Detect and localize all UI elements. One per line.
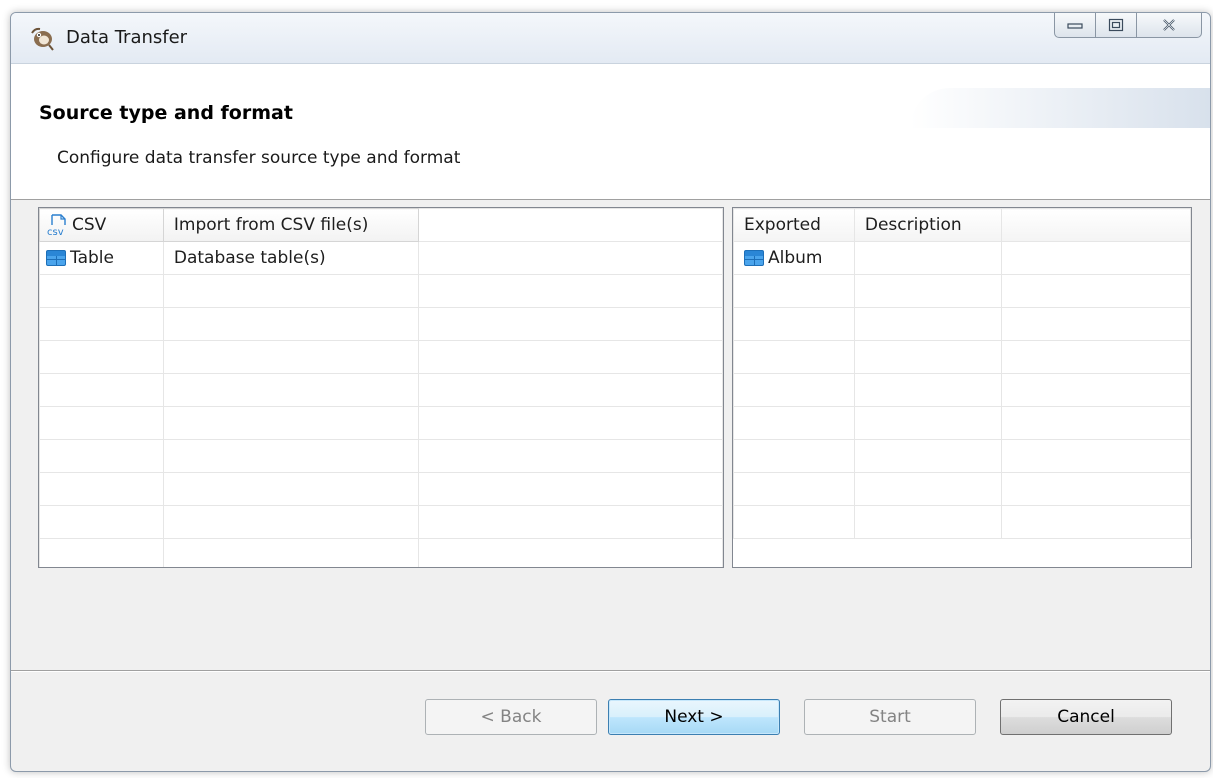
- source-type-cell[interactable]: csv CSV: [39, 208, 164, 242]
- empty-row: [733, 373, 1191, 407]
- empty-row: [39, 472, 723, 506]
- exported-description-cell[interactable]: [853, 241, 1002, 275]
- header-banner: [910, 88, 1210, 128]
- empty-row: [733, 472, 1191, 506]
- close-button[interactable]: [1136, 13, 1202, 38]
- column-header-empty: [1000, 208, 1191, 242]
- empty-row: [733, 439, 1191, 473]
- csv-file-icon: csv: [47, 214, 66, 237]
- empty-row: [39, 538, 723, 567]
- page-description: Configure data transfer source type and …: [57, 148, 461, 168]
- empty-row: [39, 340, 723, 374]
- dbeaver-icon: [31, 27, 54, 51]
- empty-row: [733, 274, 1191, 308]
- empty-row: [39, 439, 723, 473]
- minimize-button[interactable]: [1054, 13, 1096, 38]
- wizard-header: Source type and format Configure data tr…: [11, 64, 1210, 200]
- source-type-description: Import from CSV file(s): [173, 215, 369, 235]
- data-transfer-dialog: Data Transfer Source type and format Con…: [10, 12, 1211, 772]
- maximize-icon: [1108, 18, 1124, 32]
- exported-name-cell[interactable]: Album: [733, 241, 855, 275]
- source-type-name: CSV: [72, 215, 107, 235]
- empty-row: [39, 274, 723, 308]
- column-header-exported[interactable]: Exported: [733, 208, 855, 242]
- table-row[interactable]: Album: [733, 241, 1191, 275]
- title-bar[interactable]: Data Transfer: [11, 13, 1210, 64]
- table-row[interactable]: Table Database table(s): [39, 241, 723, 275]
- source-type-description-cell[interactable]: Import from CSV file(s): [162, 208, 419, 242]
- exported-name: Album: [768, 248, 823, 268]
- empty-cell: [1000, 241, 1191, 275]
- empty-row: [39, 406, 723, 440]
- window-controls: [1054, 13, 1202, 39]
- start-button[interactable]: Start: [804, 699, 976, 735]
- svg-text:csv: csv: [47, 227, 64, 237]
- close-icon: [1163, 19, 1175, 31]
- page-title: Source type and format: [39, 102, 293, 124]
- source-type-grid: csv CSV Import from CSV file(s) Table Da…: [39, 208, 723, 567]
- source-type-table[interactable]: csv CSV Import from CSV file(s) Table Da…: [38, 207, 724, 568]
- column-header-label: Description: [864, 215, 962, 235]
- minimize-icon: [1067, 23, 1083, 29]
- empty-cell: [417, 241, 723, 275]
- exported-objects-grid: Exported Description Album: [733, 208, 1191, 539]
- source-type-description-cell[interactable]: Database table(s): [162, 241, 419, 275]
- empty-cell: [417, 208, 723, 242]
- table-icon: [744, 250, 764, 266]
- footer-separator: [11, 670, 1210, 672]
- source-type-description: Database table(s): [173, 248, 326, 268]
- empty-row: [733, 340, 1191, 374]
- empty-row: [733, 505, 1191, 539]
- back-button[interactable]: < Back: [425, 699, 597, 735]
- empty-row: [39, 373, 723, 407]
- empty-row: [39, 505, 723, 539]
- maximize-button[interactable]: [1095, 13, 1137, 38]
- table-header-row: Exported Description: [733, 208, 1191, 242]
- next-button[interactable]: Next >: [608, 699, 780, 735]
- empty-row: [733, 406, 1191, 440]
- source-type-name: Table: [70, 248, 114, 268]
- source-type-cell[interactable]: Table: [39, 241, 164, 275]
- table-row[interactable]: csv CSV Import from CSV file(s): [39, 208, 723, 242]
- column-header-description[interactable]: Description: [853, 208, 1002, 242]
- empty-row: [39, 307, 723, 341]
- column-header-label: Exported: [744, 215, 821, 235]
- exported-objects-table[interactable]: Exported Description Album: [732, 207, 1192, 568]
- cancel-button[interactable]: Cancel: [1000, 699, 1172, 735]
- empty-row: [733, 307, 1191, 341]
- table-icon: [46, 250, 66, 266]
- window-title: Data Transfer: [66, 27, 188, 48]
